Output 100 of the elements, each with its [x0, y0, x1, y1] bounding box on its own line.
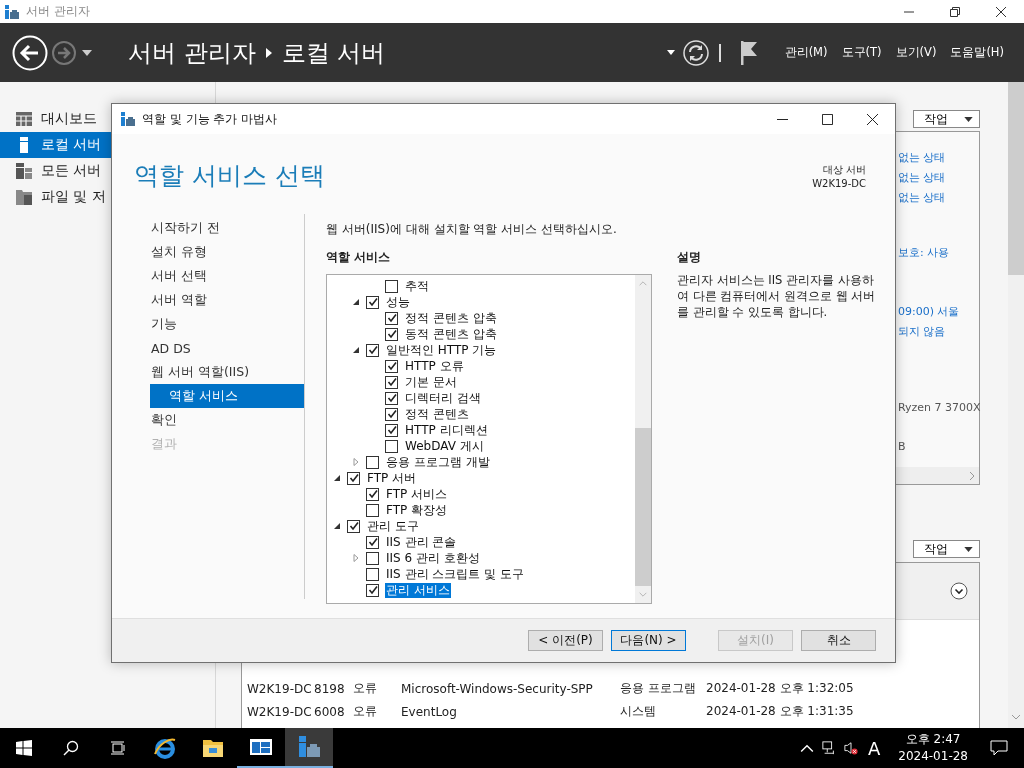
- restore-icon[interactable]: [950, 6, 960, 17]
- table-cell-text: 시스템: [620, 703, 657, 720]
- tasks-dropdown[interactable]: 작업: [913, 540, 980, 558]
- property-value[interactable]: 없는 상태: [898, 150, 946, 165]
- table-cell-text: W2K19-DC: [247, 704, 313, 719]
- menu-item[interactable]: 보기(V): [895, 45, 937, 60]
- checkbox[interactable]: [366, 551, 379, 565]
- wizard-step[interactable]: 확인: [150, 408, 304, 432]
- tree-item[interactable]: 일반적인 HTTP 기능: [385, 342, 498, 358]
- property-value[interactable]: 없는 상태: [898, 190, 946, 205]
- wizard-step[interactable]: 시작하기 전: [150, 216, 304, 240]
- checkbox[interactable]: [347, 471, 360, 485]
- tree-item[interactable]: WebDAV 게시: [404, 438, 485, 454]
- menu-item[interactable]: 도구(T): [841, 45, 882, 60]
- checkbox[interactable]: [366, 567, 379, 581]
- wizard-step[interactable]: 서버 선택: [150, 264, 304, 288]
- wizard-step[interactable]: 서버 역할: [150, 288, 304, 312]
- menu-item[interactable]: 관리(M): [784, 45, 828, 60]
- collapse-icon[interactable]: [352, 298, 360, 306]
- caret-icon[interactable]: [82, 49, 92, 56]
- tree-item[interactable]: 디렉터리 검색: [404, 390, 482, 406]
- tree-item[interactable]: HTTP 오류: [404, 358, 465, 374]
- table-cell-text: 오류: [353, 680, 378, 697]
- checkbox[interactable]: [385, 359, 398, 373]
- target-label: 대상 서버: [822, 163, 866, 177]
- menu-item[interactable]: 도움말(H): [950, 45, 1004, 60]
- forward-icon[interactable]: [52, 40, 76, 65]
- checkbox[interactable]: [385, 375, 398, 389]
- close-icon[interactable]: [996, 6, 1006, 17]
- tree-item[interactable]: FTP 서비스: [385, 486, 449, 502]
- tree-item[interactable]: IIS 관리 콘솔: [385, 534, 458, 550]
- table-cell-text: W2K19-DC: [247, 681, 313, 696]
- clock[interactable]: 오후 2:47 2024-01-28: [898, 731, 968, 765]
- expand-icon[interactable]: [950, 582, 968, 600]
- checkbox[interactable]: [366, 583, 379, 597]
- search-icon[interactable]: [63, 740, 79, 756]
- checkbox[interactable]: [385, 407, 398, 421]
- table-cell-text: 오류: [353, 703, 378, 720]
- tree-item[interactable]: IIS 6 관리 호환성: [385, 550, 481, 566]
- tree-item[interactable]: FTP 서버: [366, 470, 418, 486]
- checkbox[interactable]: [366, 503, 379, 517]
- checkbox[interactable]: [366, 343, 379, 357]
- checkbox[interactable]: [385, 391, 398, 405]
- checkbox[interactable]: [366, 295, 379, 309]
- collapse-icon[interactable]: [333, 474, 341, 482]
- collapse-icon[interactable]: [333, 522, 341, 530]
- dialog-button[interactable]: 취소: [801, 630, 876, 651]
- collapse-icon[interactable]: [352, 346, 360, 354]
- checkbox[interactable]: [347, 519, 360, 533]
- checkbox[interactable]: [366, 455, 379, 469]
- grid-icon: [16, 111, 32, 127]
- flag-icon[interactable]: [740, 40, 759, 65]
- checkbox[interactable]: [385, 279, 398, 293]
- notification-icon[interactable]: [990, 740, 1008, 756]
- tree-item[interactable]: IIS 관리 스크립트 및 도구: [385, 566, 525, 582]
- caret-icon[interactable]: [666, 50, 675, 55]
- tree-item[interactable]: 동적 콘텐츠 압축: [404, 326, 498, 342]
- checkbox[interactable]: [385, 327, 398, 341]
- checkbox[interactable]: [366, 535, 379, 549]
- volume-muted-icon[interactable]: [843, 741, 858, 755]
- target-server: W2K19-DC: [812, 177, 866, 191]
- wizard-step[interactable]: 웹 서버 역할(IIS): [150, 360, 304, 384]
- close-icon[interactable]: [867, 113, 878, 125]
- property-value[interactable]: 09:00) 서울: [898, 304, 960, 319]
- input-indicator[interactable]: A: [867, 737, 881, 759]
- property-value: B: [898, 440, 906, 453]
- checkbox[interactable]: [385, 423, 398, 437]
- breadcrumb: 로컬 서버: [281, 37, 386, 69]
- tree-item[interactable]: 추적: [404, 278, 430, 294]
- tasks-dropdown[interactable]: 작업: [913, 110, 980, 128]
- tree-item[interactable]: 관리 서비스: [385, 582, 451, 598]
- network-icon[interactable]: [821, 741, 836, 755]
- back-icon[interactable]: [12, 34, 48, 71]
- dialog-button[interactable]: < 이전(P): [528, 630, 603, 651]
- property-value[interactable]: 없는 상태: [898, 170, 946, 185]
- tree-item[interactable]: FTP 확장성: [385, 502, 449, 518]
- table-cell-text: 응용 프로그램: [620, 680, 697, 697]
- tree-item[interactable]: 정적 콘텐츠 압축: [404, 310, 498, 326]
- wizard-step[interactable]: 설치 유형: [150, 240, 304, 264]
- tree-item[interactable]: 기본 문서: [404, 374, 458, 390]
- task-view-icon[interactable]: [110, 740, 126, 756]
- tree-item[interactable]: 정적 콘텐츠: [404, 406, 470, 422]
- checkbox[interactable]: [385, 311, 398, 325]
- checkbox[interactable]: [366, 487, 379, 501]
- tree-item[interactable]: HTTP 리디렉션: [404, 422, 489, 438]
- tree-item[interactable]: 응용 프로그램 개발: [385, 454, 491, 470]
- property-value[interactable]: 되지 않음: [898, 324, 946, 339]
- property-value[interactable]: 보호: 사용: [898, 245, 950, 260]
- tree-item[interactable]: 성능: [385, 294, 411, 310]
- section-heading: 설명: [677, 249, 702, 266]
- dialog-button[interactable]: 다음(N) >: [611, 630, 686, 651]
- tree-item[interactable]: 관리 도구: [366, 518, 420, 534]
- start-icon[interactable]: [16, 740, 32, 756]
- checkbox[interactable]: [385, 439, 398, 453]
- wizard-step[interactable]: 역할 서비스: [150, 384, 304, 408]
- refresh-icon[interactable]: [682, 39, 709, 66]
- maximize-icon[interactable]: [822, 113, 833, 125]
- vertical-scrollbar[interactable]: [1008, 82, 1024, 728]
- wizard-step[interactable]: 기능: [150, 312, 304, 336]
- wizard-step[interactable]: AD DS: [150, 336, 304, 360]
